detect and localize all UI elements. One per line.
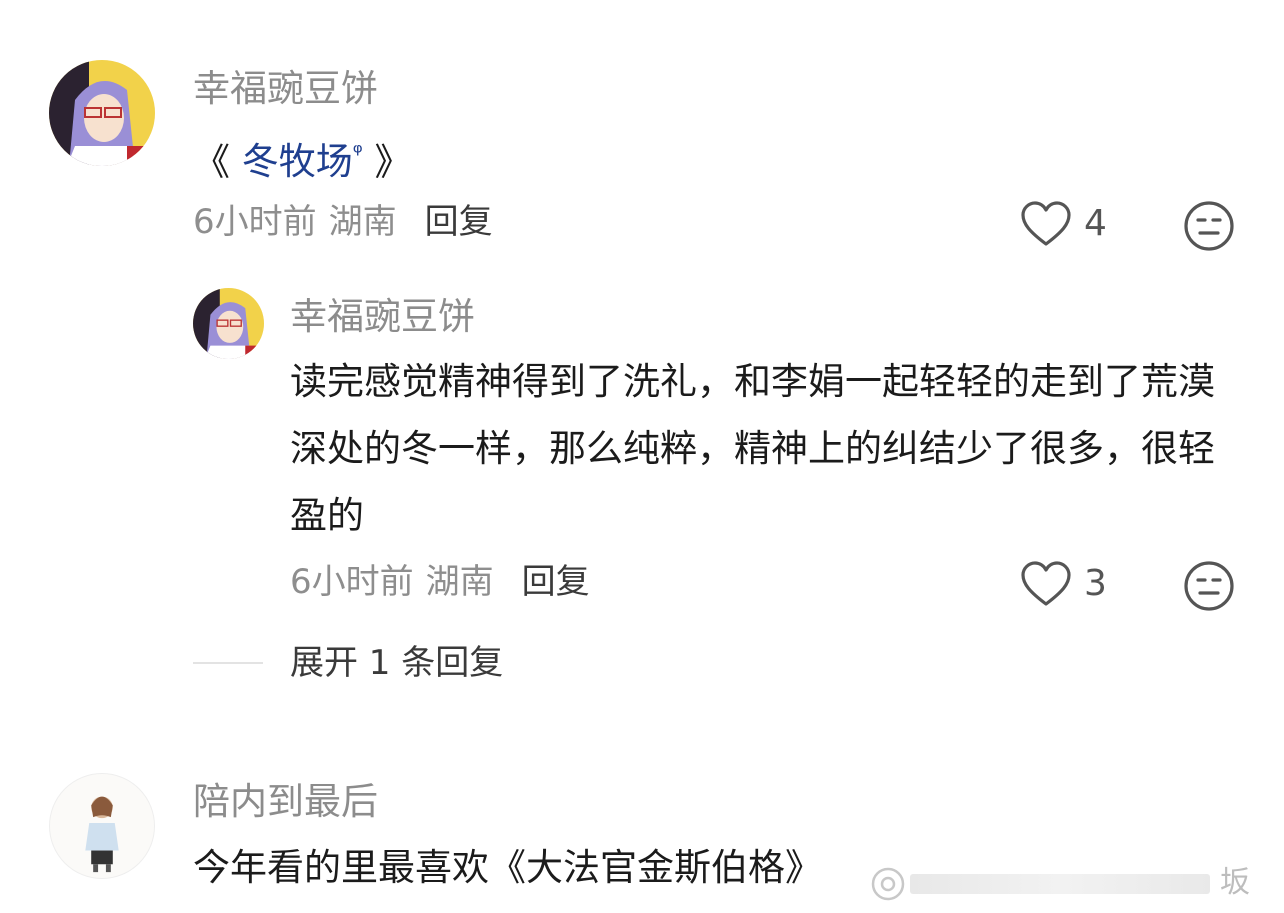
expand-replies-button[interactable]: 展开 1 条回复 bbox=[290, 646, 503, 680]
expand-divider bbox=[193, 662, 263, 664]
reply-location: 湖南 bbox=[425, 562, 494, 602]
book-quote-close: 》 bbox=[362, 140, 412, 184]
book-quote-open: 《 bbox=[193, 140, 242, 184]
comment-username[interactable]: 陪内到最后 bbox=[193, 783, 378, 820]
reply-avatar[interactable] bbox=[193, 288, 264, 359]
weibo-logo-icon bbox=[871, 867, 905, 901]
comment-text: 今年看的里最喜欢《大法官金斯伯格》 bbox=[193, 846, 822, 889]
comment-text: 《 冬牧场ᵠ 》 bbox=[193, 120, 412, 195]
heart-outline-icon bbox=[1021, 201, 1071, 246]
book-link[interactable]: 冬牧场ᵠ bbox=[242, 139, 363, 183]
avatar[interactable] bbox=[49, 60, 155, 166]
reply-reply-button[interactable]: 回复 bbox=[522, 562, 590, 602]
comment-time: 6小时前 bbox=[193, 202, 317, 242]
neutral-face-icon bbox=[1184, 561, 1234, 611]
reply-like-button[interactable]: 3 bbox=[1020, 560, 1107, 608]
reply-meta: 6小时前 湖南 回复 bbox=[290, 565, 590, 599]
comment-username[interactable]: 幸福豌豆饼 bbox=[193, 70, 378, 107]
watermark-text: 坂 bbox=[1220, 865, 1250, 900]
avatar[interactable] bbox=[49, 773, 155, 879]
like-count: 4 bbox=[1084, 203, 1107, 244]
reply-username[interactable]: 幸福豌豆饼 bbox=[290, 298, 475, 335]
heart-outline-icon bbox=[1021, 561, 1071, 606]
reply-text: 读完感觉精神得到了洗礼，和李娟一起轻轻的走到了荒漠深处的冬一样，那么纯粹，精神上… bbox=[290, 360, 1215, 537]
watermark-logo: 坂 bbox=[870, 864, 1250, 904]
comment-location: 湖南 bbox=[328, 202, 397, 242]
reply-dislike-button[interactable] bbox=[1183, 560, 1235, 616]
dislike-button[interactable] bbox=[1183, 200, 1235, 256]
like-button[interactable]: 4 bbox=[1020, 200, 1107, 248]
reply-time: 6小时前 bbox=[290, 562, 414, 602]
reply-like-count: 3 bbox=[1084, 563, 1107, 604]
reply-button[interactable]: 回复 bbox=[425, 202, 493, 242]
comment-meta: 6小时前 湖南 回复 bbox=[193, 205, 493, 239]
search-icon: ᵠ bbox=[352, 139, 363, 167]
neutral-face-icon bbox=[1184, 201, 1234, 251]
